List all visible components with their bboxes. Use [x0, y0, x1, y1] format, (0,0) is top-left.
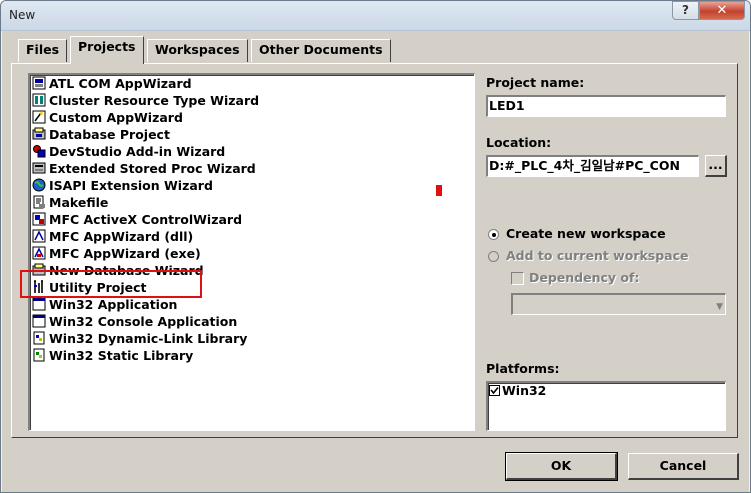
makefile-icon	[32, 195, 46, 209]
close-button[interactable]: ✕	[699, 1, 745, 20]
add-workspace-radio[interactable]	[488, 251, 499, 262]
list-item[interactable]: Custom AppWizard	[32, 109, 183, 126]
platforms-label: Platforms:	[486, 361, 560, 376]
list-item[interactable]: Cluster Resource Type Wizard	[32, 92, 259, 109]
list-item-label: Cluster Resource Type Wizard	[49, 93, 260, 108]
create-workspace-radio[interactable]	[488, 229, 499, 240]
list-item-label: MFC AppWizard (dll)	[49, 229, 194, 244]
list-item-label: Makefile	[49, 195, 109, 210]
project-name-label: Project name:	[486, 75, 585, 90]
add-workspace-label[interactable]: Add to current workspace	[506, 248, 689, 263]
list-item-label: Custom AppWizard	[49, 110, 183, 125]
projects-tab-panel: ATL COM AppWizard Cluster Resource Type W…	[11, 63, 738, 438]
console-icon	[32, 314, 46, 328]
custom-wizard-icon	[32, 110, 46, 124]
list-item[interactable]: MFC AppWizard (dll)	[32, 228, 193, 245]
win32-platform-label: Win32	[502, 383, 547, 398]
platforms-list[interactable]: Win32	[486, 381, 726, 431]
cancel-button[interactable]: Cancel	[628, 453, 739, 480]
highlight-box-mfc-exe	[20, 270, 202, 298]
browse-button[interactable]: ...	[705, 155, 727, 177]
atl-icon	[32, 76, 46, 90]
tab-files[interactable]: Files	[18, 39, 68, 62]
list-item-label: Database Project	[49, 127, 170, 142]
win32-platform-checkbox[interactable]	[489, 385, 500, 396]
cluster-icon	[32, 93, 46, 107]
list-item-label: Win32 Dynamic-Link Library	[49, 331, 248, 346]
list-item-label: ISAPI Extension Wizard	[49, 178, 213, 193]
dependency-label: Dependency of:	[529, 270, 640, 285]
ok-button[interactable]: OK	[505, 452, 618, 481]
location-input[interactable]: D:#_PLC_4차_김일남#PC_CON	[486, 155, 699, 177]
activex-icon	[32, 212, 46, 226]
project-name-input[interactable]: LED1	[486, 95, 726, 117]
list-item[interactable]: Makefile	[32, 194, 108, 211]
list-item-label: MFC ActiveX ControlWizard	[49, 212, 243, 227]
new-dialog-window: New ? ✕ Files Projects Workspaces Other …	[0, 0, 751, 493]
tab-projects[interactable]: Projects	[70, 36, 144, 64]
list-item[interactable]: Win32 Application	[32, 296, 177, 313]
list-item[interactable]: Win32 Static Library	[32, 347, 193, 364]
location-label: Location:	[486, 135, 552, 150]
list-item[interactable]: ISAPI Extension Wizard	[32, 177, 213, 194]
chevron-down-icon: ▼	[716, 302, 723, 312]
static-lib-icon	[32, 348, 46, 362]
addin-icon	[32, 144, 46, 158]
list-item-label: Win32 Application	[49, 297, 178, 312]
database-icon	[32, 127, 46, 141]
list-item-label: Extended Stored Proc Wizard	[49, 161, 256, 176]
globe-icon	[32, 178, 46, 192]
create-workspace-label[interactable]: Create new workspace	[506, 226, 666, 241]
project-type-list[interactable]: ATL COM AppWizard Cluster Resource Type W…	[28, 73, 475, 431]
list-item[interactable]: ATL COM AppWizard	[32, 75, 192, 92]
list-item-label: ATL COM AppWizard	[49, 76, 192, 91]
dll-icon	[32, 331, 46, 345]
list-item[interactable]: Win32 Console Application	[32, 313, 237, 330]
mfc-dll-icon	[32, 229, 46, 243]
list-item[interactable]: DevStudio Add-in Wizard	[32, 143, 225, 160]
list-item-label: DevStudio Add-in Wizard	[49, 144, 226, 159]
stored-proc-icon	[32, 161, 46, 175]
list-item-label: Win32 Console Application	[49, 314, 238, 329]
list-item[interactable]: Extended Stored Proc Wizard	[32, 160, 256, 177]
red-marker	[436, 185, 442, 196]
title-bar[interactable]: New ? ✕	[1, 1, 750, 31]
list-item-label: MFC AppWizard (exe)	[49, 246, 201, 261]
tab-other-documents[interactable]: Other Documents	[251, 39, 391, 62]
mfc-exe-icon	[32, 246, 46, 260]
dependency-select[interactable]: ▼	[511, 293, 726, 315]
list-item-label: Win32 Static Library	[49, 348, 194, 363]
list-item[interactable]: Win32 Dynamic-Link Library	[32, 330, 247, 347]
tab-workspaces[interactable]: Workspaces	[147, 39, 248, 62]
win32-app-icon	[32, 297, 46, 311]
window-title: New	[9, 8, 36, 22]
list-item[interactable]: MFC AppWizard (exe)	[32, 245, 201, 262]
list-item[interactable]: MFC ActiveX ControlWizard	[32, 211, 242, 228]
dependency-checkbox[interactable]	[511, 272, 524, 285]
help-button[interactable]: ?	[672, 1, 699, 20]
list-item[interactable]: Database Project	[32, 126, 170, 143]
dialog-body: Files Projects Workspaces Other Document…	[2, 31, 749, 492]
